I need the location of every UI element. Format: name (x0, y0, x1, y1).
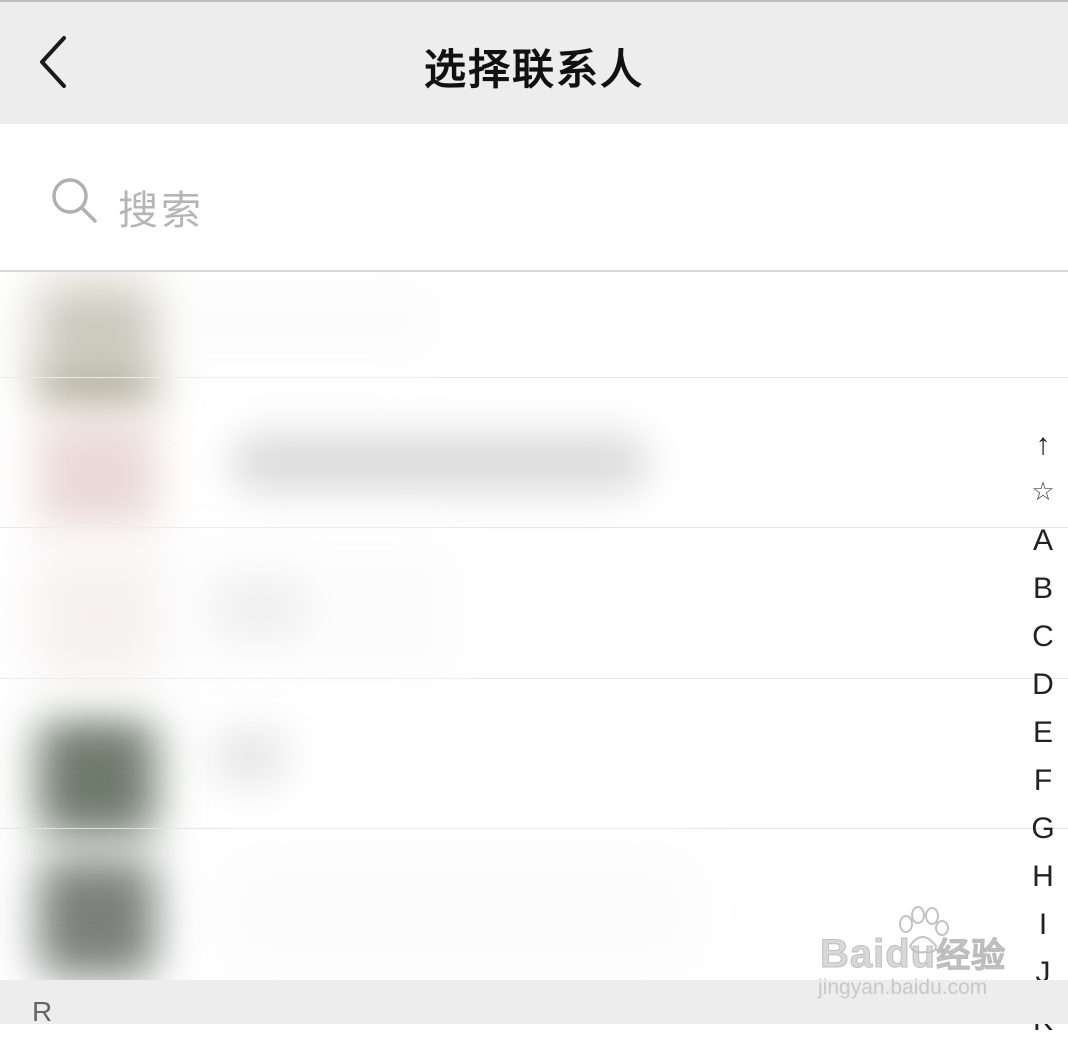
contact-name (230, 433, 650, 493)
search-input[interactable]: 搜索 (0, 124, 1068, 272)
section-header: R (0, 980, 1068, 1027)
avatar (38, 719, 156, 837)
index-item-a[interactable]: A (1018, 524, 1068, 558)
alphabet-index-bar[interactable]: ↑ ☆ A B C D E F G H I J K (1018, 420, 1068, 1037)
index-item-star[interactable]: ☆ (1018, 476, 1068, 507)
section-letter: R (32, 996, 53, 1027)
index-item-g[interactable]: G (1018, 812, 1068, 846)
index-item-h[interactable]: H (1018, 860, 1068, 894)
search-icon (50, 176, 98, 224)
blur-overlay (0, 272, 460, 382)
contact-row[interactable] (0, 378, 1068, 536)
index-item-c[interactable]: C (1018, 620, 1068, 654)
blur-overlay (200, 832, 720, 980)
avatar (38, 418, 156, 536)
contact-name (210, 727, 290, 787)
index-item-i[interactable]: I (1018, 908, 1068, 942)
index-item-e[interactable]: E (1018, 716, 1068, 750)
contact-list (0, 272, 1068, 980)
blur-overlay (0, 522, 480, 702)
avatar (38, 859, 156, 977)
index-item-top[interactable]: ↑ (1018, 428, 1068, 462)
nav-header: 选择联系人 (0, 0, 1068, 124)
index-item-b[interactable]: B (1018, 572, 1068, 606)
index-item-d[interactable]: D (1018, 668, 1068, 702)
page-title: 选择联系人 (423, 45, 644, 94)
index-item-f[interactable]: F (1018, 764, 1068, 798)
search-placeholder: 搜索 (118, 188, 204, 234)
